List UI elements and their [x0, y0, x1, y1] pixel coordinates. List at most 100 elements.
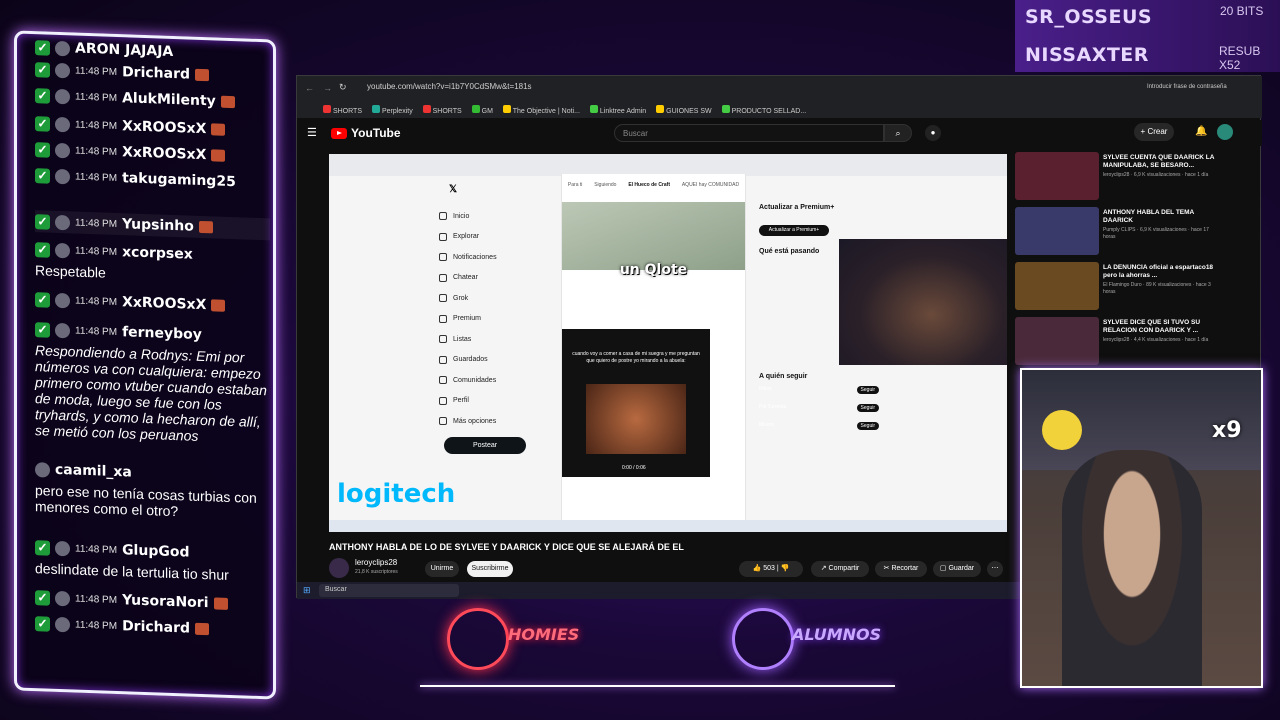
- thumbs-down-icon[interactable]: 👎: [781, 565, 790, 572]
- chat-username[interactable]: GlupGod: [122, 542, 189, 560]
- password-hint[interactable]: Introducir frase de contraseña: [1147, 84, 1227, 90]
- check-icon: ✓: [35, 321, 50, 338]
- chat-username[interactable]: Yupsinho: [122, 216, 194, 235]
- search-button[interactable]: ⌕: [884, 124, 912, 142]
- save-button[interactable]: ▢ Guardar: [933, 561, 981, 577]
- tab-following[interactable]: Siguiendo: [594, 182, 616, 188]
- x-sidebar: Inicio Explorar Notificaciones Chatear G…: [439, 206, 539, 432]
- account-avatar[interactable]: [1217, 124, 1233, 140]
- x-feed: Para ti Siguiendo El Hueco de Craft AQUE…: [561, 174, 746, 532]
- join-button[interactable]: Unirme: [425, 561, 459, 577]
- streamer: [1062, 450, 1202, 686]
- video-player[interactable]: 𝕏 Inicio Explorar Notificaciones Chatear…: [329, 154, 1007, 532]
- premium-button[interactable]: Actualizar a Premium+: [759, 225, 829, 236]
- share-button[interactable]: ↗ Compartir: [811, 561, 869, 577]
- clip-frame: [586, 384, 686, 454]
- chat-username[interactable]: ferneyboy: [122, 324, 202, 343]
- follow-button[interactable]: Seguir: [856, 404, 879, 412]
- chat-time: 11:48 PM: [75, 619, 118, 632]
- address-bar[interactable]: youtube.com/watch?v=i1b7Y0CdSMw&t=181s: [367, 82, 1007, 98]
- follow-button[interactable]: Seguir: [856, 386, 879, 394]
- search-icon: ⌕: [895, 128, 901, 138]
- tab-community-2[interactable]: AQUEI hay COMUNIDAD: [682, 182, 739, 188]
- suggested-video[interactable]: ANTHONY HABLA DEL TEMA DAARICK Pumply CL…: [1015, 207, 1215, 262]
- tab-community[interactable]: El Hueco de Craft: [628, 182, 670, 188]
- chat-username[interactable]: AlukMilenty: [122, 90, 216, 109]
- chat-username[interactable]: XxROOSxX: [122, 144, 206, 163]
- x-nav-item[interactable]: Explorar: [439, 227, 539, 248]
- chat-time: 11:48 PM: [75, 543, 118, 556]
- x-nav-item[interactable]: Premium: [439, 309, 539, 330]
- sub-badge-icon: [211, 149, 226, 162]
- subscriber-count: 21,8 K suscriptores: [355, 569, 398, 575]
- create-button[interactable]: + Crear: [1134, 123, 1174, 141]
- back-icon[interactable]: ←: [305, 83, 314, 93]
- x-feed-tabs: Para ti Siguiendo El Hueco de Craft AQUE…: [562, 182, 745, 188]
- chat-message: ✓ 11:48 PM XxROOSxX: [35, 112, 270, 142]
- bookmark-item[interactable]: GUIONES SW: [656, 105, 712, 115]
- youtube-logo[interactable]: YouTube: [331, 126, 401, 140]
- post-button[interactable]: Postear: [444, 437, 526, 454]
- suggested-video[interactable]: SYLVEE DICE QUE SI TUVO SU RELACION CON …: [1015, 317, 1215, 372]
- x-logo-icon: 𝕏: [449, 184, 458, 195]
- chat-username[interactable]: takugaming25: [122, 170, 236, 190]
- chat-time: 11:48 PM: [75, 171, 118, 184]
- x-nav-item[interactable]: Comunidades: [439, 370, 539, 391]
- chat-username[interactable]: YusoraNori: [122, 592, 208, 611]
- x-nav-item[interactable]: Guardados: [439, 350, 539, 371]
- chat-username[interactable]: XxROOSxX: [122, 294, 206, 313]
- x-nav-item[interactable]: Notificaciones: [439, 247, 539, 268]
- microphone-icon: ●: [930, 128, 936, 137]
- clip-time: 0:00 / 0:06: [622, 465, 646, 471]
- search-input[interactable]: Buscar: [614, 124, 884, 142]
- browser-toolbar: ← → ↻ youtube.com/watch?v=i1b7Y0CdSMw&t=…: [297, 76, 1262, 102]
- channel-avatar[interactable]: [329, 558, 349, 578]
- voice-search-button[interactable]: ●: [925, 125, 941, 141]
- x-nav-item[interactable]: Grok: [439, 288, 539, 309]
- x-nav-item[interactable]: Inicio: [439, 206, 539, 227]
- chat-username[interactable]: Drichard: [122, 618, 190, 636]
- channel-name[interactable]: leroyclips28: [355, 558, 397, 567]
- windows-start-icon[interactable]: ⊞: [303, 585, 311, 596]
- tab-for-you[interactable]: Para ti: [568, 182, 582, 188]
- chat-username[interactable]: xcorpsex: [122, 244, 193, 262]
- bookmark-item[interactable]: GM: [471, 105, 493, 115]
- chat-username[interactable]: Drichard: [122, 64, 190, 82]
- suggested-video[interactable]: LA DENUNCIA oficial a espartaco18 pero l…: [1015, 262, 1215, 317]
- alumnos-brand: ALUMNOS: [792, 625, 882, 644]
- suggested-title: SYLVEE CUENTA QUE DAARICK LA MANIPULABA,…: [1103, 154, 1215, 169]
- video-thumbnail: [1015, 152, 1099, 200]
- user-icon: [55, 142, 70, 158]
- suggested-meta: leroyclips28 · 6,9 K visualizaciones · h…: [1103, 172, 1209, 178]
- bookmark-item[interactable]: PRODUCTO SELLAD...: [721, 105, 806, 115]
- subscribe-button[interactable]: Suscribirme: [467, 561, 513, 577]
- reload-icon[interactable]: ↻: [339, 82, 347, 93]
- suggested-video[interactable]: SYLVEE CUENTA QUE DAARICK LA MANIPULABA,…: [1015, 152, 1215, 207]
- bookmark-item[interactable]: Linktree Admin: [589, 105, 646, 115]
- menu-icon[interactable]: ☰: [307, 126, 317, 139]
- chat-time: 11:48 PM: [75, 145, 118, 158]
- video-title: ANTHONY HABLA DE LO DE SYLVEE Y DAARICK …: [329, 542, 684, 552]
- notifications-icon[interactable]: 🔔: [1195, 126, 1207, 137]
- clip-button[interactable]: ✂ Recortar: [875, 561, 927, 577]
- check-icon: ✓: [35, 241, 50, 258]
- check-icon: ✓: [35, 141, 50, 158]
- chat-username[interactable]: caamil_xa: [55, 462, 132, 481]
- like-button[interactable]: 👍 503 | 👎: [739, 561, 803, 577]
- embedded-video[interactable]: cuando voy a comer a casa de mi suegra y…: [562, 329, 710, 477]
- x-nav-item[interactable]: Más opciones: [439, 411, 539, 432]
- bookmark-item[interactable]: Perplexity: [372, 105, 413, 115]
- pikachu-plush: [1042, 410, 1082, 450]
- latest-bits-amount: 20 BITS: [1220, 4, 1264, 18]
- bookmark-item[interactable]: SHORTS: [422, 105, 462, 115]
- x-nav-item[interactable]: Perfil: [439, 391, 539, 412]
- x-nav-item[interactable]: Listas: [439, 329, 539, 350]
- follow-button[interactable]: Seguir: [856, 422, 879, 430]
- bookmark-item[interactable]: The Objective | Noti...: [502, 105, 580, 115]
- x-nav-item[interactable]: Chatear: [439, 268, 539, 289]
- bookmark-item[interactable]: SHORTS: [323, 105, 362, 115]
- more-options-button[interactable]: ⋯: [987, 561, 1003, 577]
- forward-icon[interactable]: →: [323, 83, 332, 93]
- chat-username[interactable]: XxROOSxX: [122, 118, 206, 137]
- taskbar-search[interactable]: Buscar: [319, 584, 459, 597]
